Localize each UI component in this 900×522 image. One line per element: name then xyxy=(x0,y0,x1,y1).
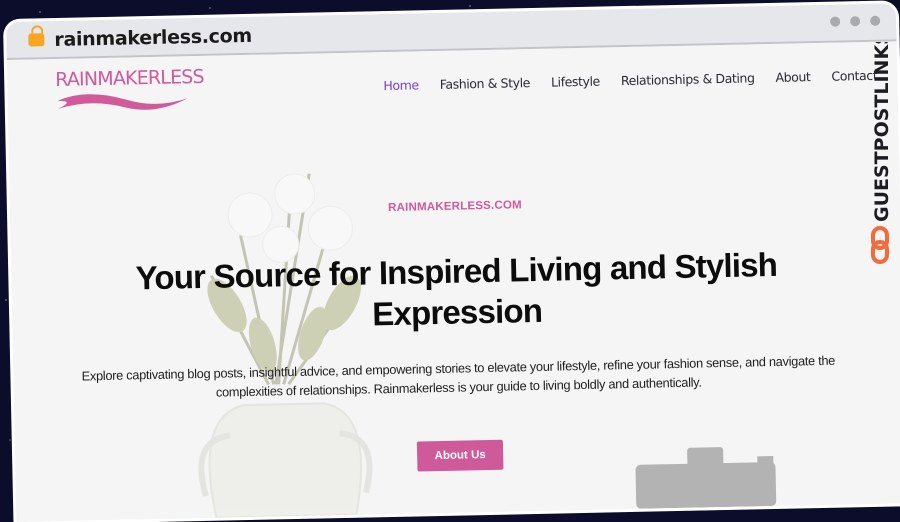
window-control-dot[interactable] xyxy=(830,16,841,27)
logo-text: RAINMAKERLESS xyxy=(54,65,205,91)
window-control-dot[interactable] xyxy=(850,16,861,27)
nav-item-home[interactable]: Home xyxy=(383,77,419,93)
window-controls xyxy=(830,15,881,27)
nav-item-lifestyle[interactable]: Lifestyle xyxy=(551,74,600,90)
window-control-dot[interactable] xyxy=(870,15,881,26)
chain-link-icon xyxy=(871,226,889,264)
nav-item-about[interactable]: About xyxy=(775,69,810,85)
watermark-text: GUESTPOSTLINKS xyxy=(871,42,893,222)
about-us-button[interactable]: About Us xyxy=(417,439,504,472)
hero-section: RAINMAKERLESS.COM Your Source for Inspir… xyxy=(10,191,900,480)
hero-title: Your Source for Inspired Living and Styl… xyxy=(135,245,778,333)
web-page: RAINMAKERLESS Home Fashion & Style Lifes… xyxy=(6,41,900,522)
nav-item-fashion-style[interactable]: Fashion & Style xyxy=(440,75,531,92)
lock-icon xyxy=(28,33,45,47)
nav-item-relationships-dating[interactable]: Relationships & Dating xyxy=(621,70,755,88)
logo-swoosh-icon xyxy=(57,94,188,110)
url-text[interactable]: rainmakerless.com xyxy=(54,25,252,51)
hero-description: Explore captivating blog posts, insightf… xyxy=(81,352,836,400)
browser-window: rainmakerless.com RAINMAKERLESS Home Fas… xyxy=(6,3,900,522)
site-logo[interactable]: RAINMAKERLESS xyxy=(54,65,205,119)
guestpostlinks-watermark: GUESTPOSTLINKS xyxy=(871,42,893,264)
